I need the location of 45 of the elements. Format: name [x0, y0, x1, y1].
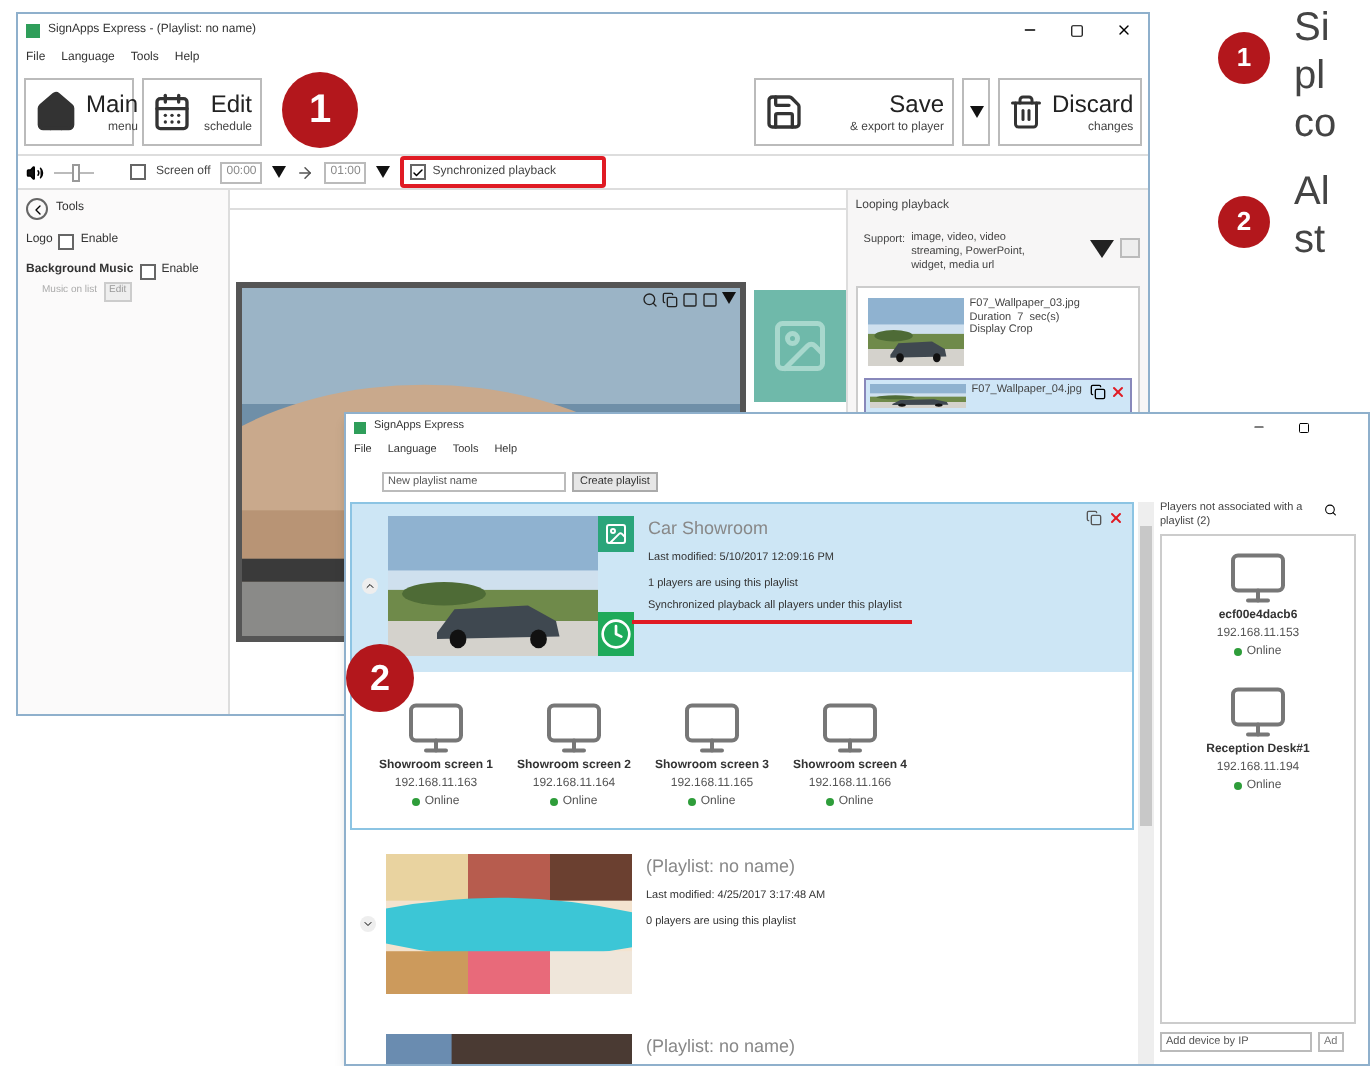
button-title: Save: [889, 91, 944, 115]
back-button[interactable]: [26, 198, 48, 220]
delete-icon[interactable]: [1110, 383, 1126, 400]
close-icon[interactable]: [1116, 22, 1132, 38]
checkbox[interactable]: [58, 233, 75, 249]
note-text: st: [1294, 216, 1328, 264]
maximize-icon[interactable]: [1070, 23, 1084, 37]
image-icon: [769, 316, 830, 376]
playlist-card[interactable]: (Playlist: no name): [350, 1022, 1134, 1064]
playlist-name: (Playlist: no name): [646, 854, 798, 880]
copy-icon[interactable]: [1090, 383, 1106, 400]
playlist-card[interactable]: [350, 502, 1134, 830]
app-icon: [26, 23, 40, 37]
checkbox[interactable]: [139, 263, 156, 279]
save-icon: [764, 92, 804, 132]
note-text: Al: [1294, 168, 1330, 216]
home-icon: [34, 90, 78, 134]
dropdown-button[interactable]: [1090, 240, 1114, 258]
caret-icon: [969, 106, 983, 118]
step-badge: 2: [1218, 196, 1270, 248]
maximize-icon[interactable]: [1298, 421, 1310, 433]
trash-icon: [1008, 94, 1044, 130]
expand-toggle[interactable]: [360, 916, 376, 932]
caret-icon: [272, 166, 287, 178]
caret-icon: [376, 166, 391, 178]
search-icon[interactable]: [1323, 502, 1336, 518]
delete-icon[interactable]: [1108, 510, 1124, 526]
note-text: co: [1294, 100, 1337, 148]
checkbox[interactable]: [130, 164, 146, 180]
scrollbar[interactable]: [1138, 502, 1154, 1064]
checkbox[interactable]: [410, 164, 427, 180]
dropdown-button[interactable]: [962, 78, 990, 146]
button-title: Main: [86, 91, 139, 115]
playlist-name: (Playlist: no name): [646, 1034, 796, 1060]
media-tile[interactable]: [753, 290, 846, 402]
expand-icon: [362, 918, 374, 930]
button-title: Edit: [210, 91, 252, 115]
volume-icon: [26, 163, 44, 181]
button-title: Discard: [1052, 91, 1134, 115]
slider-thumb[interactable]: [71, 163, 80, 181]
note-text: Si: [1294, 4, 1332, 52]
note-text: pl: [1294, 52, 1328, 100]
arrow-icon: [296, 163, 315, 181]
calendar-icon: [152, 92, 192, 132]
step-badge: 1: [1218, 32, 1270, 84]
